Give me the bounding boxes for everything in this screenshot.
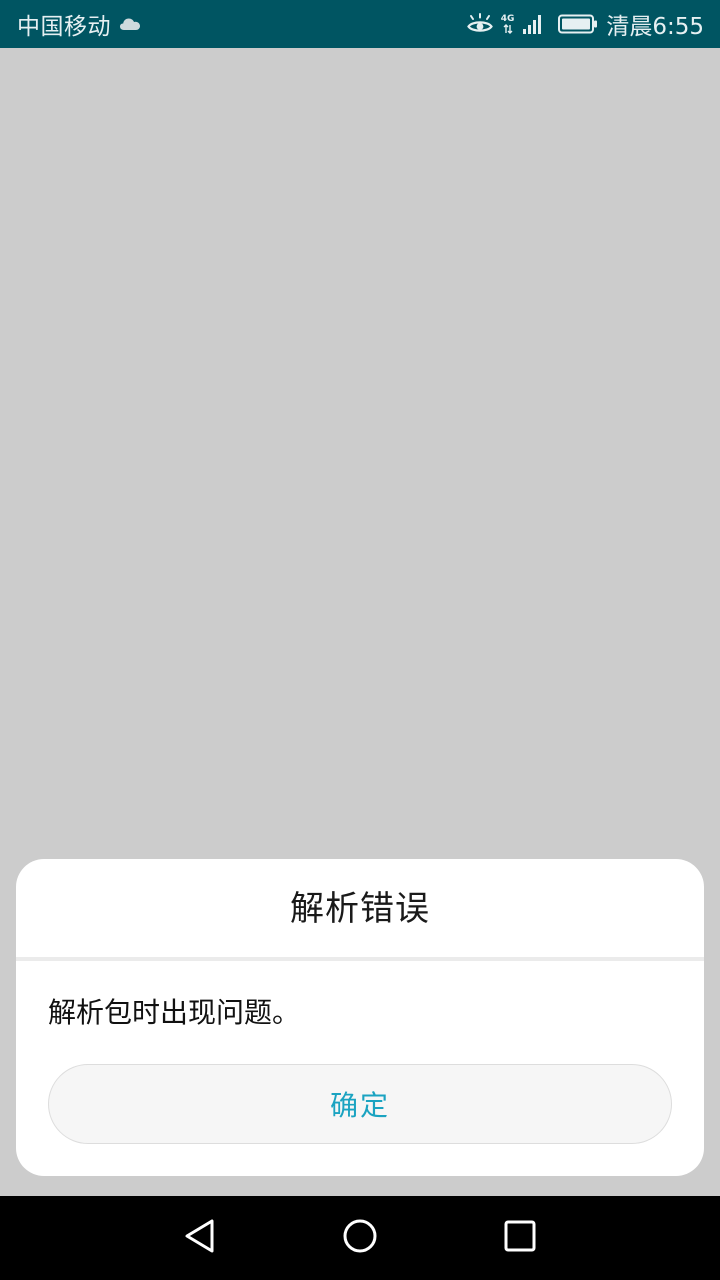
status-bar: 中国移动 4G 清晨6:55 bbox=[0, 0, 720, 48]
carrier-name: 中国移动 bbox=[17, 14, 111, 40]
clock: 清晨6:55 bbox=[606, 14, 704, 40]
signal-icon bbox=[522, 13, 544, 35]
dialog-message: 解析包时出现问题。 bbox=[48, 996, 301, 1029]
recent-apps-icon bbox=[504, 1220, 536, 1256]
status-right: 4G 清晨6:55 bbox=[466, 7, 704, 41]
confirm-button[interactable]: 确定 bbox=[48, 1064, 672, 1144]
dialog-title: 解析错误 bbox=[290, 889, 430, 929]
battery-icon bbox=[558, 14, 598, 34]
home-icon bbox=[342, 1218, 378, 1258]
parse-error-dialog: 解析错误 解析包时出现问题。 确定 bbox=[16, 859, 704, 1176]
screen: 中国移动 4G 清晨6:55 解析错误 解析包时出现问题。 确定 bbox=[0, 0, 720, 1280]
dialog-divider bbox=[16, 957, 704, 961]
back-icon bbox=[184, 1218, 216, 1258]
network-4g-icon: 4G bbox=[500, 13, 515, 34]
back-button[interactable] bbox=[178, 1216, 222, 1260]
status-left: 中国移动 bbox=[17, 7, 141, 41]
home-button[interactable] bbox=[338, 1216, 382, 1260]
navigation-bar bbox=[0, 1196, 720, 1280]
eye-icon bbox=[466, 13, 493, 35]
cloud-icon bbox=[119, 17, 141, 31]
recent-apps-button[interactable] bbox=[498, 1216, 542, 1260]
network-type-label: 4G bbox=[500, 13, 515, 24]
